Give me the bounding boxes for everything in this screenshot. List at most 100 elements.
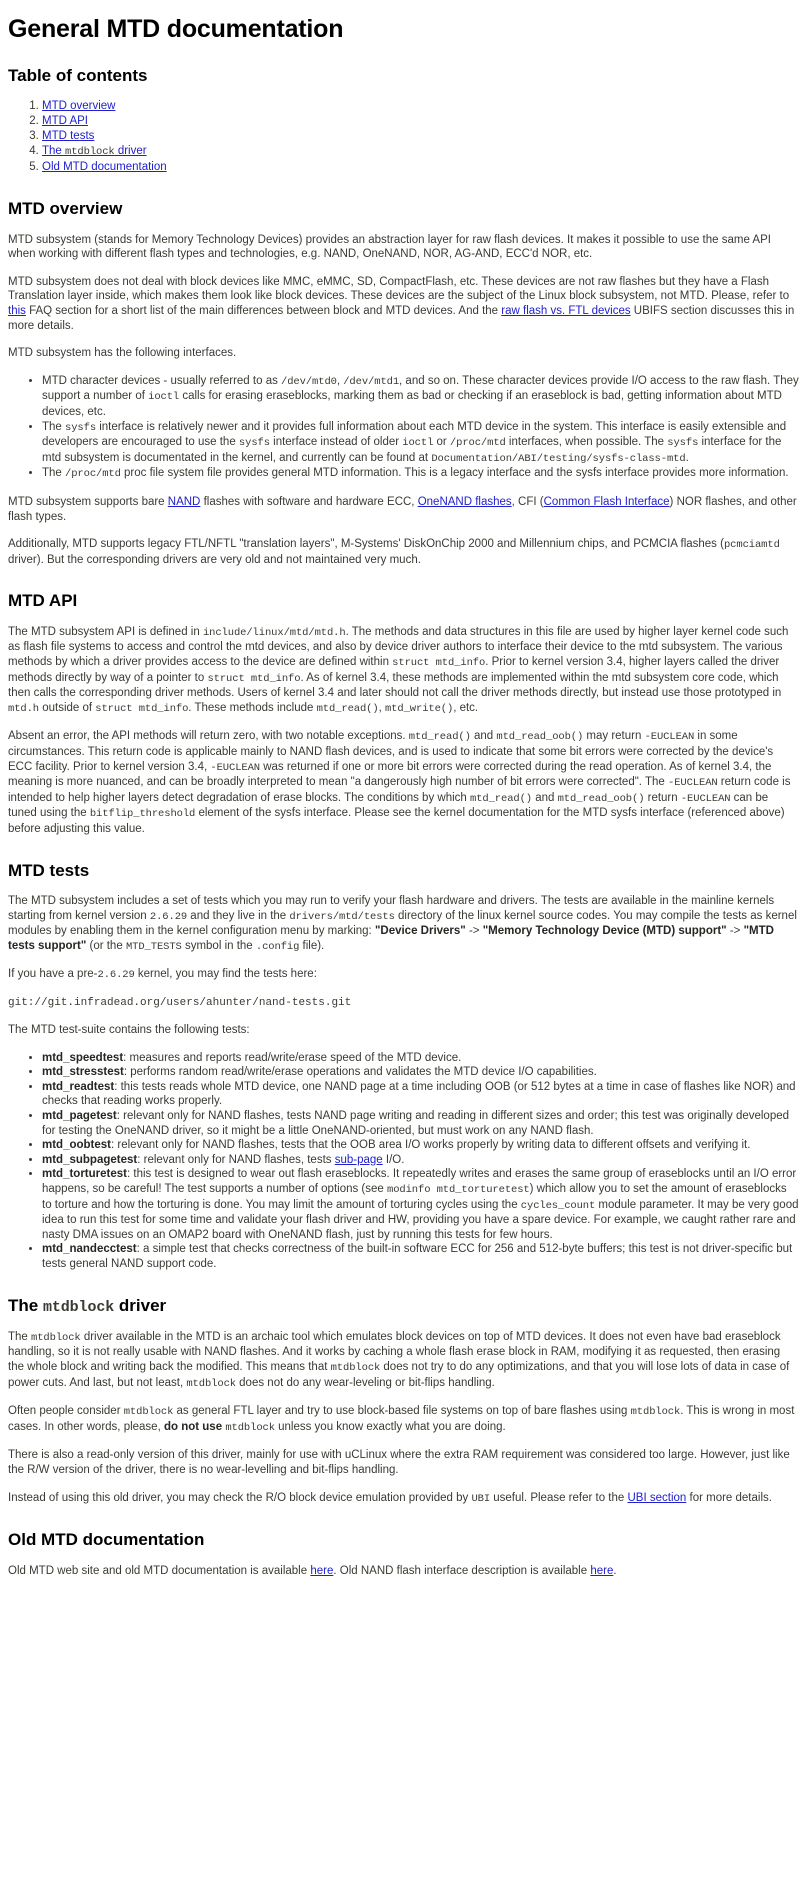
- text-fragment: symbol in the: [181, 939, 256, 952]
- text-fragment: useful. Please refer to the: [490, 1491, 628, 1504]
- toc-link-text-post: driver: [114, 145, 147, 158]
- test-name: mtd_oobtest: [42, 1139, 111, 1152]
- text-fragment: .: [613, 1564, 617, 1577]
- heading-text-post: driver: [114, 1295, 167, 1315]
- text-fragment: ->: [726, 925, 744, 938]
- link-this-faq[interactable]: this: [8, 305, 26, 317]
- text-fragment: does not do any wear-leveling or bit-fli…: [235, 1376, 495, 1389]
- inline-code-sysfs: sysfs: [65, 421, 97, 434]
- toc-link-mtdblock-driver[interactable]: The mtdblock driver: [42, 145, 147, 158]
- text-fragment: MTD subsystem does not deal with block d…: [8, 275, 790, 303]
- text-fragment: as general FTL layer and try to use bloc…: [173, 1405, 631, 1418]
- text-fragment: , etc.: [453, 701, 479, 714]
- list-item-char-devices: MTD character devices - usually referred…: [42, 374, 799, 420]
- inline-code-struct-mtd-info: struct mtd_info: [207, 672, 301, 685]
- inline-code-dev-mtd1: /dev/mtd1: [343, 375, 400, 388]
- inline-code-sysfs: sysfs: [238, 437, 270, 450]
- test-description: : relevant only for NAND flashes, tests …: [42, 1110, 790, 1137]
- mtdblock-paragraph-1: The mtdblock driver available in the MTD…: [8, 1330, 799, 1391]
- text-fragment: (or the: [86, 939, 126, 952]
- inline-code-sysfs: sysfs: [667, 437, 699, 450]
- test-description: : relevant only for NAND flashes, tests …: [111, 1139, 751, 1152]
- text-fragment: The: [42, 467, 66, 480]
- inline-code-mtdblock: mtdblock: [225, 1421, 275, 1434]
- documentation-page: General MTD documentation Table of conte…: [0, 0, 811, 1601]
- link-nand[interactable]: NAND: [168, 496, 201, 508]
- test-description: I/O.: [382, 1153, 405, 1166]
- test-name: mtd_torturetest: [42, 1168, 127, 1181]
- text-fragment: The: [8, 1330, 32, 1343]
- text-fragment: MTD character devices - usually referred…: [42, 374, 282, 387]
- text-fragment: FAQ section for a short list of the main…: [25, 304, 502, 317]
- overview-paragraph-2: MTD subsystem does not deal with block d…: [8, 275, 799, 333]
- inline-code-dot-config: .config: [255, 940, 300, 953]
- list-item-mtd-pagetest: mtd_pagetest: relevant only for NAND fla…: [42, 1109, 799, 1138]
- link-old-nand-interface[interactable]: here: [590, 1565, 613, 1577]
- inline-code-euclean: -EUCLEAN: [210, 761, 260, 774]
- inline-code-tests-dir: drivers/mtd/tests: [289, 910, 395, 923]
- tests-paragraph-2: If you have a pre-2.6.29 kernel, you may…: [8, 967, 799, 983]
- list-item-mtd-stresstest: mtd_stresstest: performs random read/wri…: [42, 1065, 799, 1080]
- heading-text-pre: The: [8, 1295, 43, 1315]
- link-onenand-flashes[interactable]: OneNAND flashes: [418, 496, 512, 508]
- list-item-sysfs: The sysfs interface is relatively newer …: [42, 420, 799, 467]
- inline-code-mtd-read-oob: mtd_read_oob(): [557, 792, 645, 805]
- text-fragment: for more details.: [686, 1491, 772, 1504]
- link-common-flash-interface[interactable]: Common Flash Interface: [544, 496, 670, 508]
- api-paragraph-1: The MTD subsystem API is defined in incl…: [8, 625, 799, 717]
- test-description: : relevant only for NAND flashes, tests: [137, 1153, 335, 1166]
- toc-link-text-pre: The: [42, 145, 66, 158]
- toc-link-mtd-overview[interactable]: MTD overview: [42, 100, 115, 112]
- toc-link-old-mtd-documentation[interactable]: Old MTD documentation: [42, 161, 167, 173]
- section-heading-mtd-overview: MTD overview: [8, 199, 123, 219]
- text-fragment: and they live in the: [187, 909, 290, 922]
- text-fragment: proc file system file provides general M…: [120, 467, 789, 480]
- inline-code-mtd-read-oob: mtd_read_oob(): [496, 731, 584, 744]
- link-ubi-section[interactable]: UBI section: [628, 1492, 687, 1504]
- inline-code-ioctl: ioctl: [148, 391, 180, 404]
- inline-code-mtdblock: mtdblock: [330, 1362, 381, 1374]
- text-fragment: return: [644, 791, 681, 804]
- link-raw-flash-vs-ftl[interactable]: raw flash vs. FTL devices: [501, 305, 630, 317]
- text-fragment: , CFI (: [511, 495, 544, 508]
- list-item-mtd-nandecctest: mtd_nandecctest: a simple test that chec…: [42, 1242, 799, 1271]
- link-old-mtd-site[interactable]: here: [310, 1565, 333, 1577]
- overview-paragraph-4: MTD subsystem supports bare NAND flashes…: [8, 495, 799, 524]
- toc-link-mtd-api[interactable]: MTD API: [42, 115, 88, 127]
- list-item-mtd-torturetest: mtd_torturetest: this test is designed t…: [42, 1167, 799, 1242]
- inline-code-kernel-version: 2.6.29: [149, 910, 188, 923]
- section-heading-mtdblock-driver: The mtdblock driver: [8, 1296, 799, 1316]
- inline-code-pcmciamtd: pcmciamtd: [723, 539, 780, 552]
- inline-code-kernel-version: 2.6.29: [97, 969, 135, 982]
- text-fragment: interfaces, when possible. The: [505, 436, 668, 449]
- api-paragraph-2: Absent an error, the API methods will re…: [8, 729, 799, 836]
- page-title: General MTD documentation: [8, 15, 344, 43]
- overview-paragraph-1: MTD subsystem (stands for Memory Technol…: [8, 233, 771, 261]
- overview-paragraph-5: Additionally, MTD supports legacy FTL/NF…: [8, 537, 799, 567]
- text-fragment: flashes with software and hardware ECC,: [200, 495, 418, 508]
- text-fragment: kernel, you may find the tests here:: [134, 968, 317, 981]
- link-sub-page[interactable]: sub-page: [335, 1154, 383, 1166]
- toc-link-mtd-tests[interactable]: MTD tests: [42, 130, 94, 142]
- inline-code-mtdblock: mtdblock: [42, 1298, 115, 1316]
- inline-code-mtd-read: mtd_read(): [408, 731, 471, 744]
- list-item-mtd-subpagetest: mtd_subpagetest: relevant only for NAND …: [42, 1153, 799, 1168]
- inline-code-sysfs-class-mtd-path: Documentation/ABI/testing/sysfs-class-mt…: [431, 452, 686, 465]
- inline-code-mtd-tests-symbol: MTD_TESTS: [125, 940, 182, 953]
- list-item-proc-mtd: The /proc/mtd proc file system file prov…: [42, 466, 799, 482]
- text-fragment: driver). But the corresponding drivers a…: [8, 553, 421, 566]
- bold-do-not-use: do not use: [163, 1420, 223, 1433]
- text-fragment: Often people consider: [8, 1405, 124, 1418]
- inline-code-dev-mtd0: /dev/mtd0: [281, 375, 337, 388]
- toc-item: Old MTD documentation: [42, 160, 799, 175]
- table-of-contents: MTD overview MTD API MTD tests The mtdbl…: [8, 99, 799, 175]
- text-fragment: Old MTD web site and old MTD documentati…: [8, 1564, 311, 1577]
- tests-paragraph-1: The MTD subsystem includes a set of test…: [8, 894, 799, 954]
- inline-code-mtdblock: mtdblock: [630, 1406, 681, 1419]
- inline-code-ioctl: ioctl: [402, 437, 434, 450]
- test-description: : measures and reports read/write/erase …: [123, 1051, 462, 1064]
- tests-paragraph-3: The MTD test-suite contains the followin…: [8, 1024, 250, 1037]
- text-fragment: ->: [465, 925, 483, 938]
- text-fragment: The MTD subsystem API is defined in: [8, 625, 203, 638]
- inline-code-euclean: -EUCLEAN: [668, 777, 718, 790]
